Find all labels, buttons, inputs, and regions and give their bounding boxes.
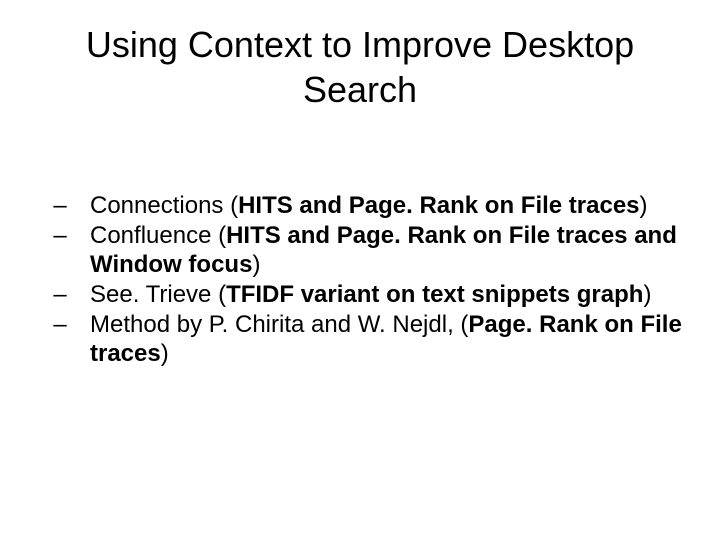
slide-title: Using Context to Improve Desktop Search [0, 0, 720, 112]
item-post: ) [161, 340, 169, 367]
item-pre: Method by P. Chirita and W. Nejdl, ( [90, 311, 468, 338]
slide: Using Context to Improve Desktop Search … [0, 0, 720, 540]
list-item-text: See. Trieve (TFIDF variant on text snipp… [90, 281, 690, 309]
list-item-text: Connections (HITS and Page. Rank on File… [90, 192, 690, 220]
list-item: – Method by P. Chirita and W. Nejdl, (Pa… [30, 311, 690, 368]
item-bold: TFIDF variant on text snippets graph [226, 281, 643, 308]
list-item: – Connections (HITS and Page. Rank on Fi… [30, 192, 690, 220]
item-pre: Confluence ( [90, 222, 226, 249]
item-post: ) [640, 192, 648, 219]
bullet-dash: – [30, 311, 90, 339]
item-bold: HITS and Page. Rank on File traces [238, 192, 639, 219]
list-item-text: Confluence (HITS and Page. Rank on File … [90, 222, 690, 279]
item-post: ) [643, 281, 651, 308]
item-post: ) [252, 251, 260, 278]
bullet-dash: – [30, 281, 90, 309]
list-item: – Confluence (HITS and Page. Rank on Fil… [30, 222, 690, 279]
slide-body: – Connections (HITS and Page. Rank on Fi… [0, 112, 720, 368]
list-item: – See. Trieve (TFIDF variant on text sni… [30, 281, 690, 309]
bullet-dash: – [30, 192, 90, 220]
list-item-text: Method by P. Chirita and W. Nejdl, (Page… [90, 311, 690, 368]
bullet-dash: – [30, 222, 90, 250]
item-pre: Connections ( [90, 192, 238, 219]
item-pre: See. Trieve ( [90, 281, 226, 308]
